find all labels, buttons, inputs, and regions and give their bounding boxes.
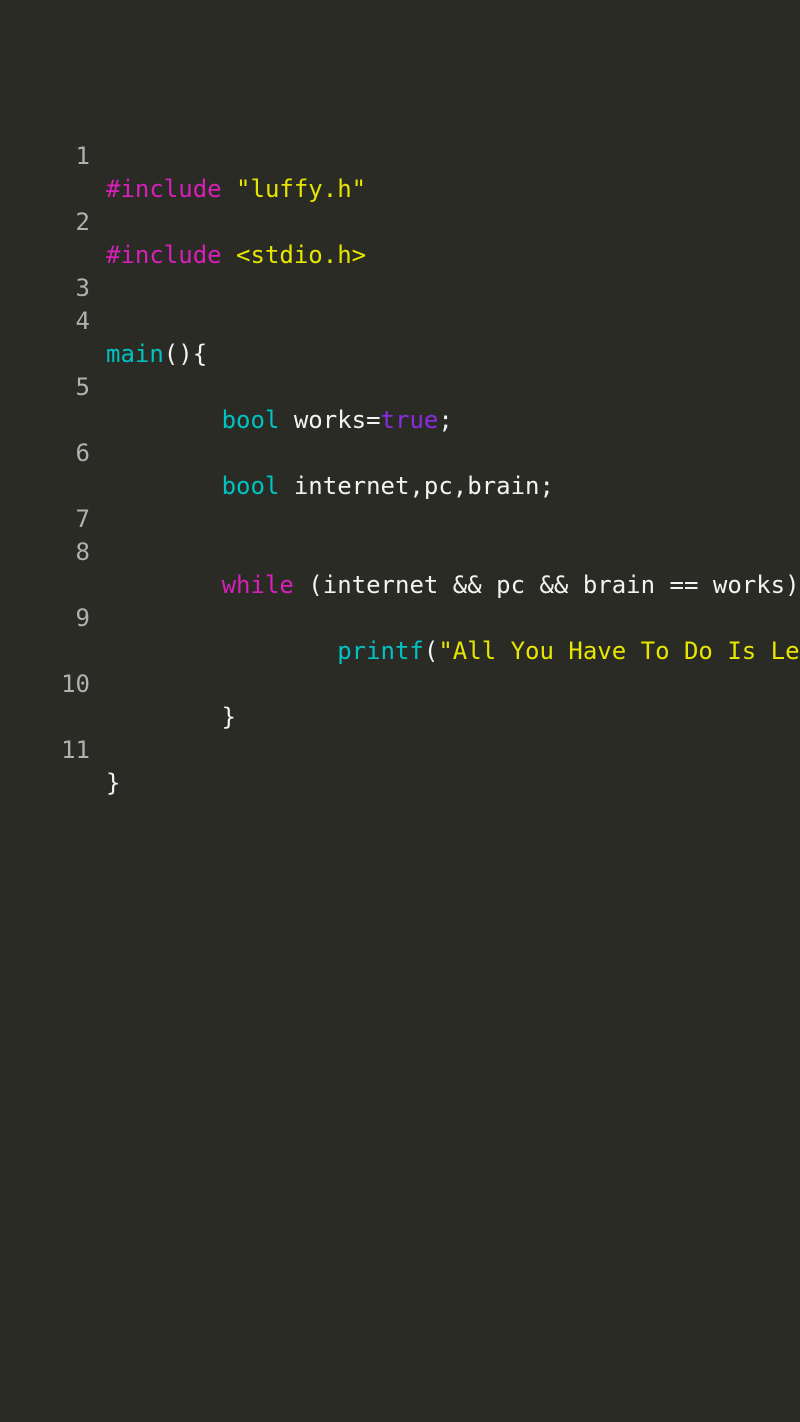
line-number-gutter: 8 bbox=[0, 536, 106, 602]
code-line: 4 main(){ bbox=[0, 305, 800, 371]
indent bbox=[106, 472, 222, 500]
line-number-gutter: 9 bbox=[0, 602, 106, 668]
preprocessor-token: #include bbox=[106, 175, 222, 203]
line-number-gutter: 1 bbox=[0, 140, 106, 206]
code-line: 8 while (internet && pc && brain == work… bbox=[0, 536, 800, 602]
code-content: } bbox=[106, 668, 800, 734]
indent bbox=[106, 703, 222, 731]
code-content: printf("All You Have To Do Is Learn....!… bbox=[106, 602, 800, 668]
line-number-gutter: 5 bbox=[0, 371, 106, 437]
code-content: while (internet && pc && brain == works)… bbox=[106, 536, 800, 602]
function-token: printf bbox=[337, 637, 424, 665]
code-content: } bbox=[106, 734, 800, 800]
punctuation-token: } bbox=[106, 769, 120, 797]
string-token: "All You Have To Do Is Learn....!" bbox=[438, 637, 800, 665]
indent bbox=[106, 571, 222, 599]
code-line: 2 #include <stdio.h> bbox=[0, 206, 800, 272]
code-content bbox=[106, 503, 800, 536]
punctuation-token: ( bbox=[424, 637, 438, 665]
line-number-gutter: 3 bbox=[0, 272, 106, 305]
code-content bbox=[106, 272, 800, 305]
punctuation-token: " bbox=[222, 175, 251, 203]
keyword-token: bool bbox=[222, 472, 280, 500]
keyword-token: while bbox=[222, 571, 294, 599]
identifier-token: works= bbox=[279, 406, 380, 434]
code-line: 10 } bbox=[0, 668, 800, 734]
code-line: 1 #include "luffy.h" bbox=[0, 140, 800, 206]
keyword-token: true bbox=[381, 406, 439, 434]
code-line: 7 bbox=[0, 503, 800, 536]
code-line: 11 } bbox=[0, 734, 800, 800]
code-content: bool works=true; bbox=[106, 371, 800, 437]
punctuation-token: ; bbox=[438, 406, 452, 434]
indent bbox=[106, 637, 337, 665]
punctuation-token: " bbox=[352, 175, 366, 203]
line-number-gutter: 6 bbox=[0, 437, 106, 503]
punctuation-token: (){ bbox=[164, 340, 207, 368]
code-content: #include <stdio.h> bbox=[106, 206, 800, 272]
code-content: #include "luffy.h" bbox=[106, 140, 800, 206]
code-editor[interactable]: 1 #include "luffy.h" 2 #include <stdio.h… bbox=[0, 0, 800, 800]
line-number-gutter: 7 bbox=[0, 503, 106, 536]
preprocessor-token: #include bbox=[106, 241, 222, 269]
code-content: main(){ bbox=[106, 305, 800, 371]
code-content: bool internet,pc,brain; bbox=[106, 437, 800, 503]
identifier-token: main bbox=[106, 340, 164, 368]
punctuation-token: } bbox=[222, 703, 236, 731]
indent bbox=[106, 406, 222, 434]
line-number-gutter: 2 bbox=[0, 206, 106, 272]
keyword-token: bool bbox=[222, 406, 280, 434]
line-number-gutter: 10 bbox=[0, 668, 106, 734]
code-line: 3 bbox=[0, 272, 800, 305]
code-line: 9 printf("All You Have To Do Is Learn...… bbox=[0, 602, 800, 668]
expression-token: (internet && pc && brain == works){ bbox=[294, 571, 800, 599]
code-line: 6 bool internet,pc,brain; bbox=[0, 437, 800, 503]
identifier-token: internet,pc,brain; bbox=[279, 472, 554, 500]
string-token: luffy.h bbox=[251, 175, 352, 203]
string-token: <stdio.h> bbox=[222, 241, 367, 269]
line-number-gutter: 11 bbox=[0, 734, 106, 800]
line-number-gutter: 4 bbox=[0, 305, 106, 371]
code-line: 5 bool works=true; bbox=[0, 371, 800, 437]
